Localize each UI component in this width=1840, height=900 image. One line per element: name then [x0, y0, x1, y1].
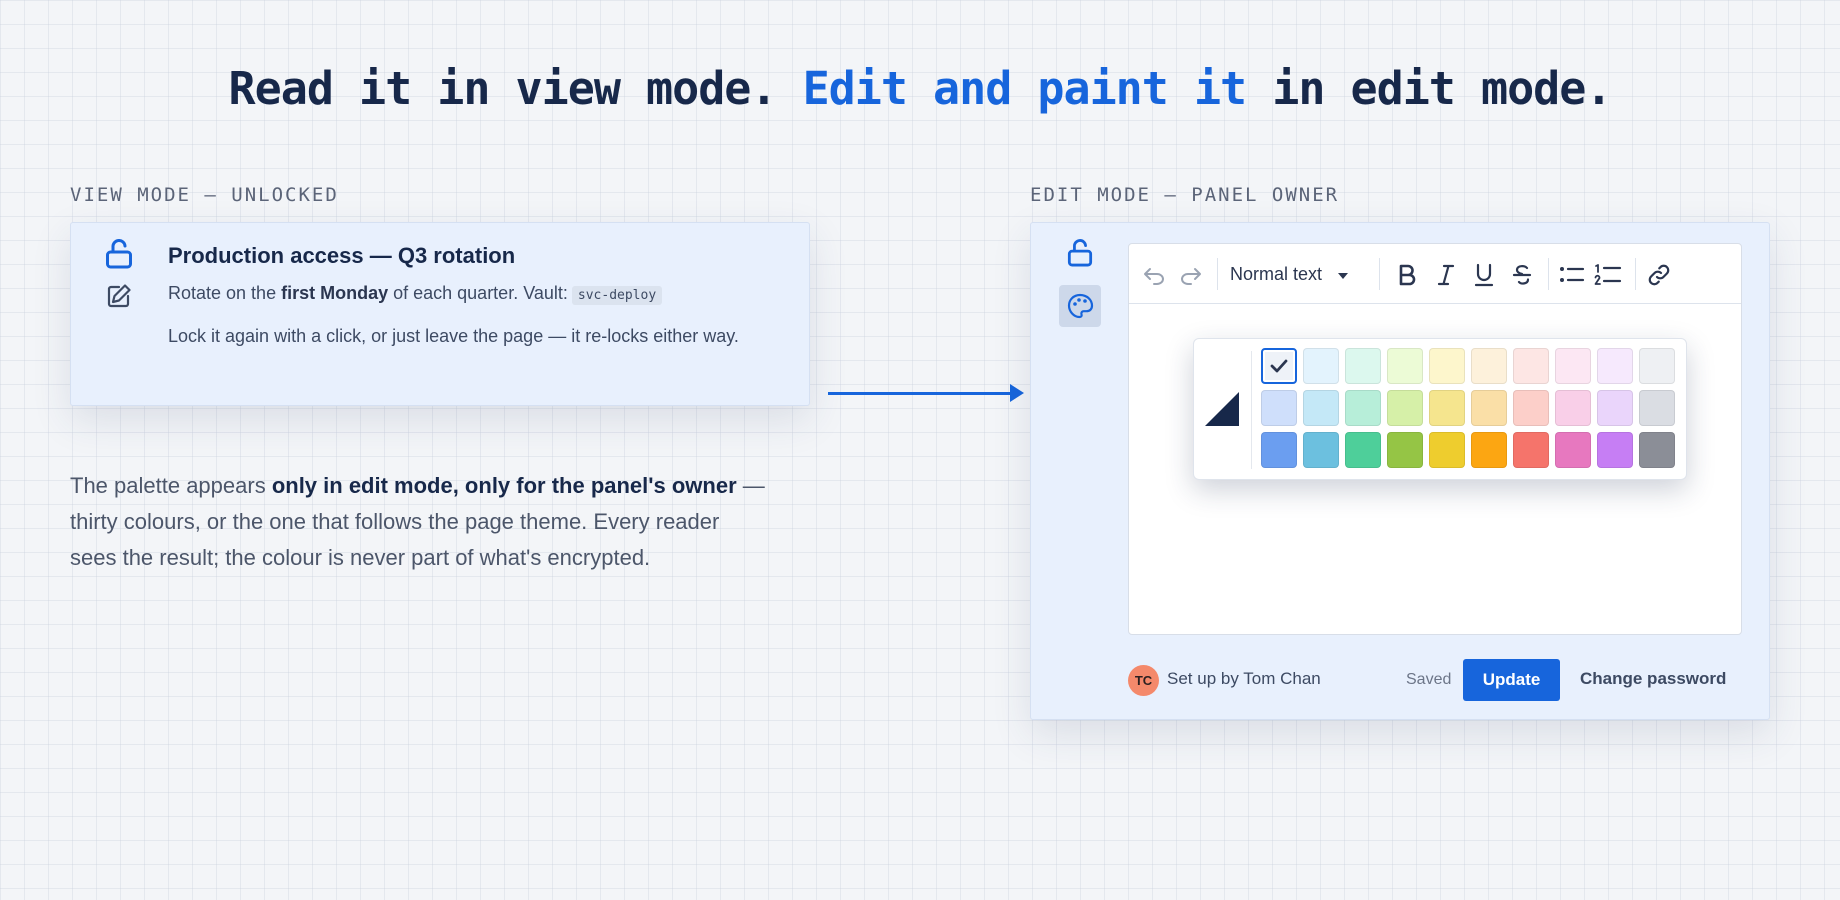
colour-swatch[interactable]	[1471, 348, 1507, 384]
colour-swatch[interactable]	[1303, 348, 1339, 384]
colour-swatch[interactable]	[1261, 432, 1297, 468]
view-mode-card: Production access — Q3 rotation Rotate o…	[70, 222, 810, 406]
avatar: TC	[1128, 665, 1159, 696]
colour-swatch[interactable]	[1261, 390, 1297, 426]
vault-code: svc-deploy	[571, 286, 663, 305]
redo-button[interactable]	[1176, 260, 1206, 290]
panel-title: Production access — Q3 rotation	[168, 243, 516, 268]
colour-swatch[interactable]	[1639, 348, 1675, 384]
description-pre: The palette appears	[70, 473, 272, 498]
italic-icon	[1437, 264, 1455, 286]
undo-icon	[1144, 268, 1164, 285]
toolbar-divider	[1548, 258, 1549, 290]
palette-description: The palette appears only in edit mode, o…	[70, 468, 770, 576]
rich-text-editor[interactable]: Normal text	[1128, 243, 1742, 635]
colour-swatch[interactable]	[1471, 390, 1507, 426]
colour-swatch[interactable]	[1513, 348, 1549, 384]
block-style-select[interactable]: Normal text	[1230, 264, 1322, 285]
body-line1-pre: Rotate on the	[168, 283, 282, 303]
body-line1-post: of each quarter. Vault:	[388, 283, 568, 303]
panel-body-line2: Lock it again with a click, or just leav…	[168, 326, 739, 346]
colour-swatch[interactable]	[1429, 390, 1465, 426]
chevron-down-icon	[1338, 273, 1348, 279]
strikethrough-button[interactable]	[1507, 260, 1537, 290]
colour-swatch[interactable]	[1345, 348, 1381, 384]
bullet-list-icon	[1560, 267, 1585, 282]
colour-palette-popover	[1193, 338, 1687, 480]
colour-swatch[interactable]	[1261, 348, 1297, 384]
headline-part1: Read it in view mode.	[228, 62, 803, 115]
colour-swatch[interactable]	[1597, 348, 1633, 384]
bold-icon	[1399, 264, 1416, 286]
view-mode-label: VIEW MODE — UNLOCKED	[70, 184, 339, 206]
colour-swatch[interactable]	[1555, 348, 1591, 384]
unlocked-lock-icon[interactable]	[1067, 238, 1093, 268]
colour-swatch[interactable]	[1555, 432, 1591, 468]
palette-divider	[1251, 351, 1252, 469]
saved-status: Saved	[1406, 671, 1452, 688]
update-button[interactable]: Update	[1463, 659, 1560, 701]
description-bold: only in edit mode, only for the panel's …	[271, 473, 737, 498]
colour-swatch[interactable]	[1597, 390, 1633, 426]
colour-swatch[interactable]	[1429, 432, 1465, 468]
colour-swatch[interactable]	[1639, 432, 1675, 468]
theme-colour-swatch[interactable]	[1205, 392, 1239, 426]
colour-swatch[interactable]	[1471, 432, 1507, 468]
edit-pencil-icon[interactable]	[106, 283, 132, 309]
unlocked-lock-icon[interactable]	[105, 239, 133, 269]
underline-icon	[1474, 263, 1494, 287]
panel-body-line1: Rotate on the first Monday of each quart…	[168, 283, 663, 305]
colour-swatch[interactable]	[1639, 390, 1675, 426]
headline-part2: in edit mode.	[1246, 62, 1612, 115]
colour-swatch[interactable]	[1513, 432, 1549, 468]
colour-swatch[interactable]	[1387, 348, 1423, 384]
colour-swatch[interactable]	[1345, 432, 1381, 468]
colour-swatch[interactable]	[1513, 390, 1549, 426]
toolbar-divider	[1217, 258, 1218, 290]
bullet-list-button[interactable]	[1557, 260, 1587, 290]
headline-highlight: Edit and paint it	[802, 62, 1248, 115]
redo-icon	[1181, 268, 1201, 285]
toolbar-divider	[1635, 258, 1636, 290]
colour-swatch[interactable]	[1303, 390, 1339, 426]
toolbar-divider	[1379, 258, 1380, 290]
checkmark-icon	[1270, 359, 1288, 373]
setup-by-text: Set up by Tom Chan	[1167, 669, 1321, 688]
colour-swatch[interactable]	[1345, 390, 1381, 426]
colour-swatch[interactable]	[1429, 348, 1465, 384]
palette-icon	[1067, 293, 1094, 319]
italic-button[interactable]	[1431, 260, 1461, 290]
change-password-button[interactable]: Change password	[1580, 669, 1726, 689]
strikethrough-icon	[1512, 265, 1532, 285]
bold-button[interactable]	[1392, 260, 1422, 290]
colour-swatch[interactable]	[1303, 432, 1339, 468]
editor-toolbar: Normal text	[1129, 244, 1741, 304]
arrow-head	[1010, 384, 1024, 402]
arrow-line	[828, 392, 1018, 395]
colour-swatch[interactable]	[1387, 432, 1423, 468]
numbered-list-button[interactable]	[1593, 260, 1623, 290]
palette-toggle-button[interactable]	[1059, 285, 1101, 327]
panel-footer: TC Set up by Tom Chan Saved Update Chang…	[1128, 659, 1748, 701]
link-button[interactable]	[1644, 260, 1674, 290]
underline-button[interactable]	[1469, 260, 1499, 290]
edit-mode-panel: Normal text TC Set up by Tom Chan Saved …	[1030, 222, 1770, 720]
numbered-list-icon	[1594, 264, 1622, 285]
colour-swatch[interactable]	[1387, 390, 1423, 426]
page-headline: Read it in view mode. Edit and paint it …	[0, 62, 1840, 115]
undo-button[interactable]	[1139, 260, 1169, 290]
body-line1-bold: first Monday	[281, 283, 389, 303]
colour-swatch[interactable]	[1555, 390, 1591, 426]
edit-mode-label: EDIT MODE — PANEL OWNER	[1030, 184, 1340, 206]
colour-swatch[interactable]	[1597, 432, 1633, 468]
link-icon	[1648, 264, 1670, 286]
